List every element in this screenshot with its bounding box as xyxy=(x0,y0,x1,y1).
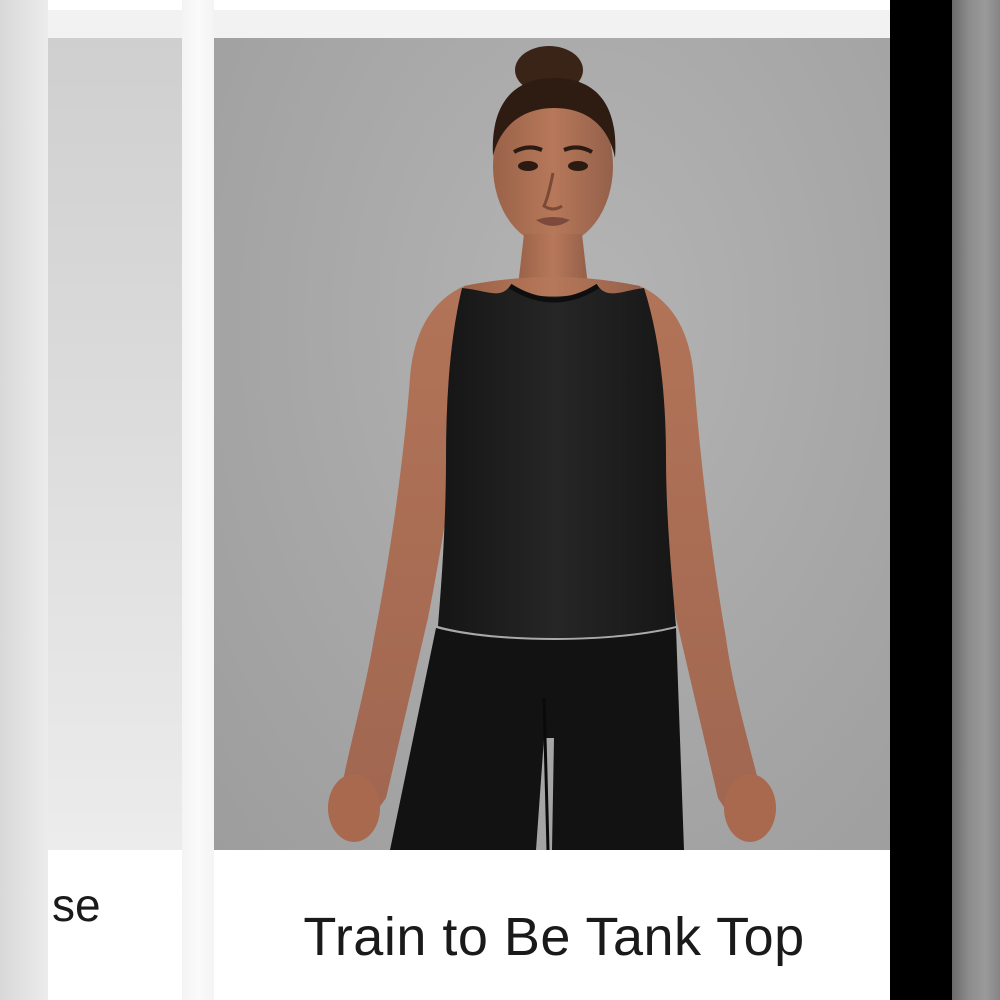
product-title-partial[interactable]: se xyxy=(52,878,182,932)
right-hand xyxy=(328,774,380,842)
leggings xyxy=(390,628,684,850)
card-top-strip xyxy=(214,0,890,10)
product-title[interactable]: Train to Be Tank Top xyxy=(214,906,890,968)
card-top-gap xyxy=(48,10,182,38)
background-edge xyxy=(952,0,1000,1000)
product-image-partial[interactable] xyxy=(48,38,182,850)
right-eye xyxy=(568,161,588,171)
model-illustration xyxy=(328,46,776,850)
card-top-strip xyxy=(48,0,182,10)
product-card[interactable]: Train to Be Tank Top xyxy=(214,0,890,1000)
card-top-gap xyxy=(214,10,890,38)
screen-edge xyxy=(890,0,952,1000)
product-image[interactable] xyxy=(214,38,890,850)
card-gutter xyxy=(182,0,214,1000)
product-carousel: se Train to Be Tank Top xyxy=(0,0,1000,1000)
left-hand xyxy=(724,774,776,842)
product-card-partial[interactable]: se xyxy=(48,0,182,1000)
left-eye xyxy=(518,161,538,171)
previous-card-edge xyxy=(0,0,48,1000)
tank-top xyxy=(438,286,676,638)
